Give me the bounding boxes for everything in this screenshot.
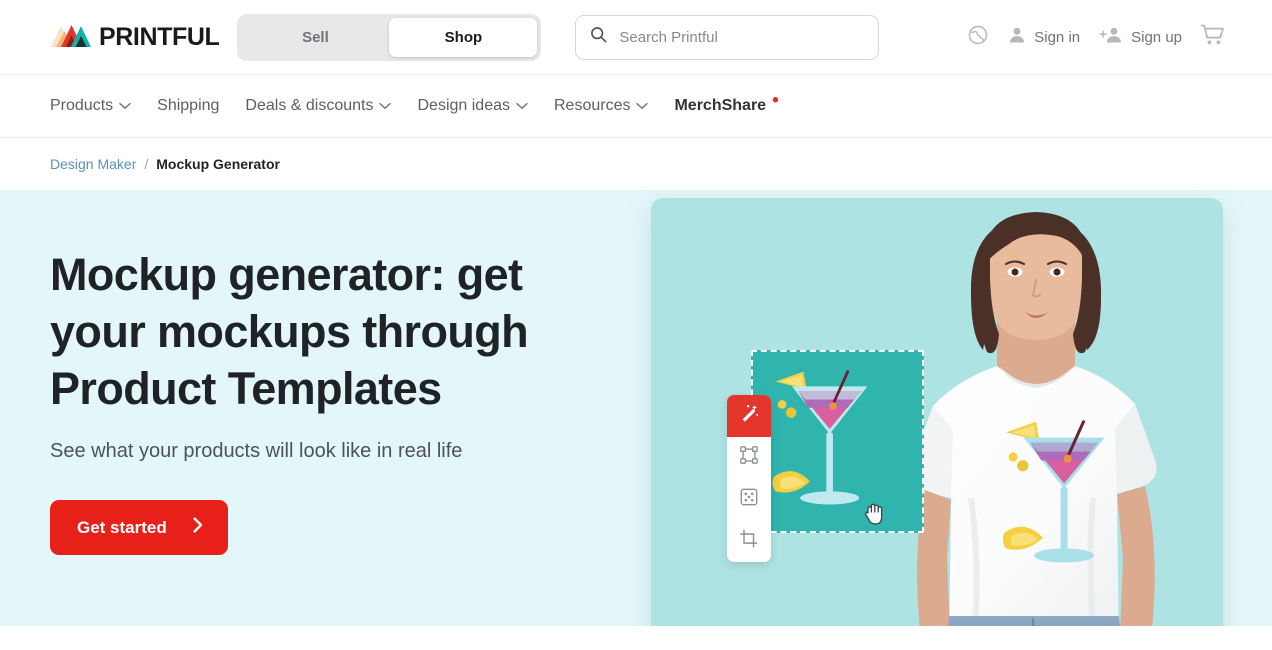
breadcrumb-parent-link[interactable]: Design Maker	[50, 156, 136, 172]
search-box[interactable]	[575, 14, 880, 60]
toggle-shop-button[interactable]: Shop	[389, 17, 538, 57]
transform-icon	[739, 445, 759, 470]
nav-item-design-ideas[interactable]: Design ideas	[417, 97, 528, 115]
nav-item-shipping[interactable]: Shipping	[157, 97, 219, 115]
hero-section: Mockup generator: get your mockups throu…	[0, 190, 1272, 650]
magic-wand-tool-button[interactable]	[727, 395, 771, 437]
hero-artwork-card	[651, 198, 1223, 650]
account-area: Sign in Sign up	[967, 23, 1226, 52]
nav-item-merchshare[interactable]: MerchShare •	[674, 91, 778, 115]
chevron-down-icon	[379, 97, 392, 115]
nav-label: Shipping	[157, 97, 220, 114]
breadcrumb-current: Mockup Generator	[156, 156, 280, 172]
nav-label: MerchShare	[674, 97, 767, 114]
nav-label: Products	[50, 97, 114, 114]
pattern-icon	[739, 487, 759, 512]
transform-tool-button[interactable]	[727, 437, 771, 479]
page-bottom-spacer	[0, 626, 1272, 650]
shopping-cart-icon[interactable]	[1200, 23, 1226, 52]
magic-wand-icon	[739, 403, 759, 428]
sell-shop-toggle[interactable]: Sell Shop	[237, 13, 542, 61]
person-add-icon	[1098, 25, 1124, 49]
chevron-right-icon	[193, 517, 203, 538]
crop-tool-button[interactable]	[727, 520, 771, 562]
page-title: Mockup generator: get your mockups throu…	[50, 249, 529, 414]
search-input[interactable]	[619, 28, 865, 46]
main-navigation: Products Shipping Deals & discounts Desi…	[0, 74, 1272, 138]
nav-item-products[interactable]: Products	[50, 97, 131, 115]
globe-icon[interactable]	[967, 24, 989, 51]
chevron-down-icon	[119, 97, 131, 115]
get-started-button[interactable]: Get started	[50, 500, 228, 555]
nav-label: Deals & discounts	[245, 97, 374, 114]
sign-up-label: Sign up	[1131, 28, 1182, 46]
sign-in-link[interactable]: Sign in	[1007, 25, 1080, 49]
toggle-sell-button[interactable]: Sell	[241, 18, 389, 57]
person-icon	[1007, 25, 1027, 49]
chevron-down-icon	[636, 97, 649, 115]
search-icon	[590, 26, 607, 48]
breadcrumb-separator: /	[144, 156, 149, 172]
breadcrumb: Design Maker / Mockup Generator	[0, 138, 1272, 190]
crop-icon	[739, 529, 759, 554]
sign-up-link[interactable]: Sign up	[1098, 25, 1182, 49]
design-selection-box[interactable]	[751, 350, 924, 533]
printful-logo[interactable]: PRINTFUL	[50, 22, 220, 53]
get-started-label: Get started	[77, 517, 167, 537]
nav-item-resources[interactable]: Resources	[553, 97, 649, 115]
sign-in-label: Sign in	[1034, 28, 1081, 46]
nav-item-deals-discounts[interactable]: Deals & discounts	[245, 97, 392, 115]
hero-copy: Mockup generator: get your mockups throu…	[0, 190, 620, 555]
top-header: PRINTFUL Sell Shop Search Printful Sign …	[0, 0, 1272, 74]
pattern-tool-button[interactable]	[727, 479, 771, 521]
nav-label: Resources	[553, 97, 631, 114]
cocktail-martini-graphic	[772, 370, 868, 505]
mountain-logo-icon	[50, 22, 92, 53]
grab-hand-cursor-icon	[863, 501, 887, 527]
editor-toolbar	[727, 395, 771, 562]
nav-label: Design ideas	[417, 97, 510, 114]
hero-subtitle: See what your products will look like in…	[50, 440, 463, 462]
logo-wordmark: PRINTFUL	[99, 22, 220, 51]
chevron-down-icon	[516, 97, 528, 115]
